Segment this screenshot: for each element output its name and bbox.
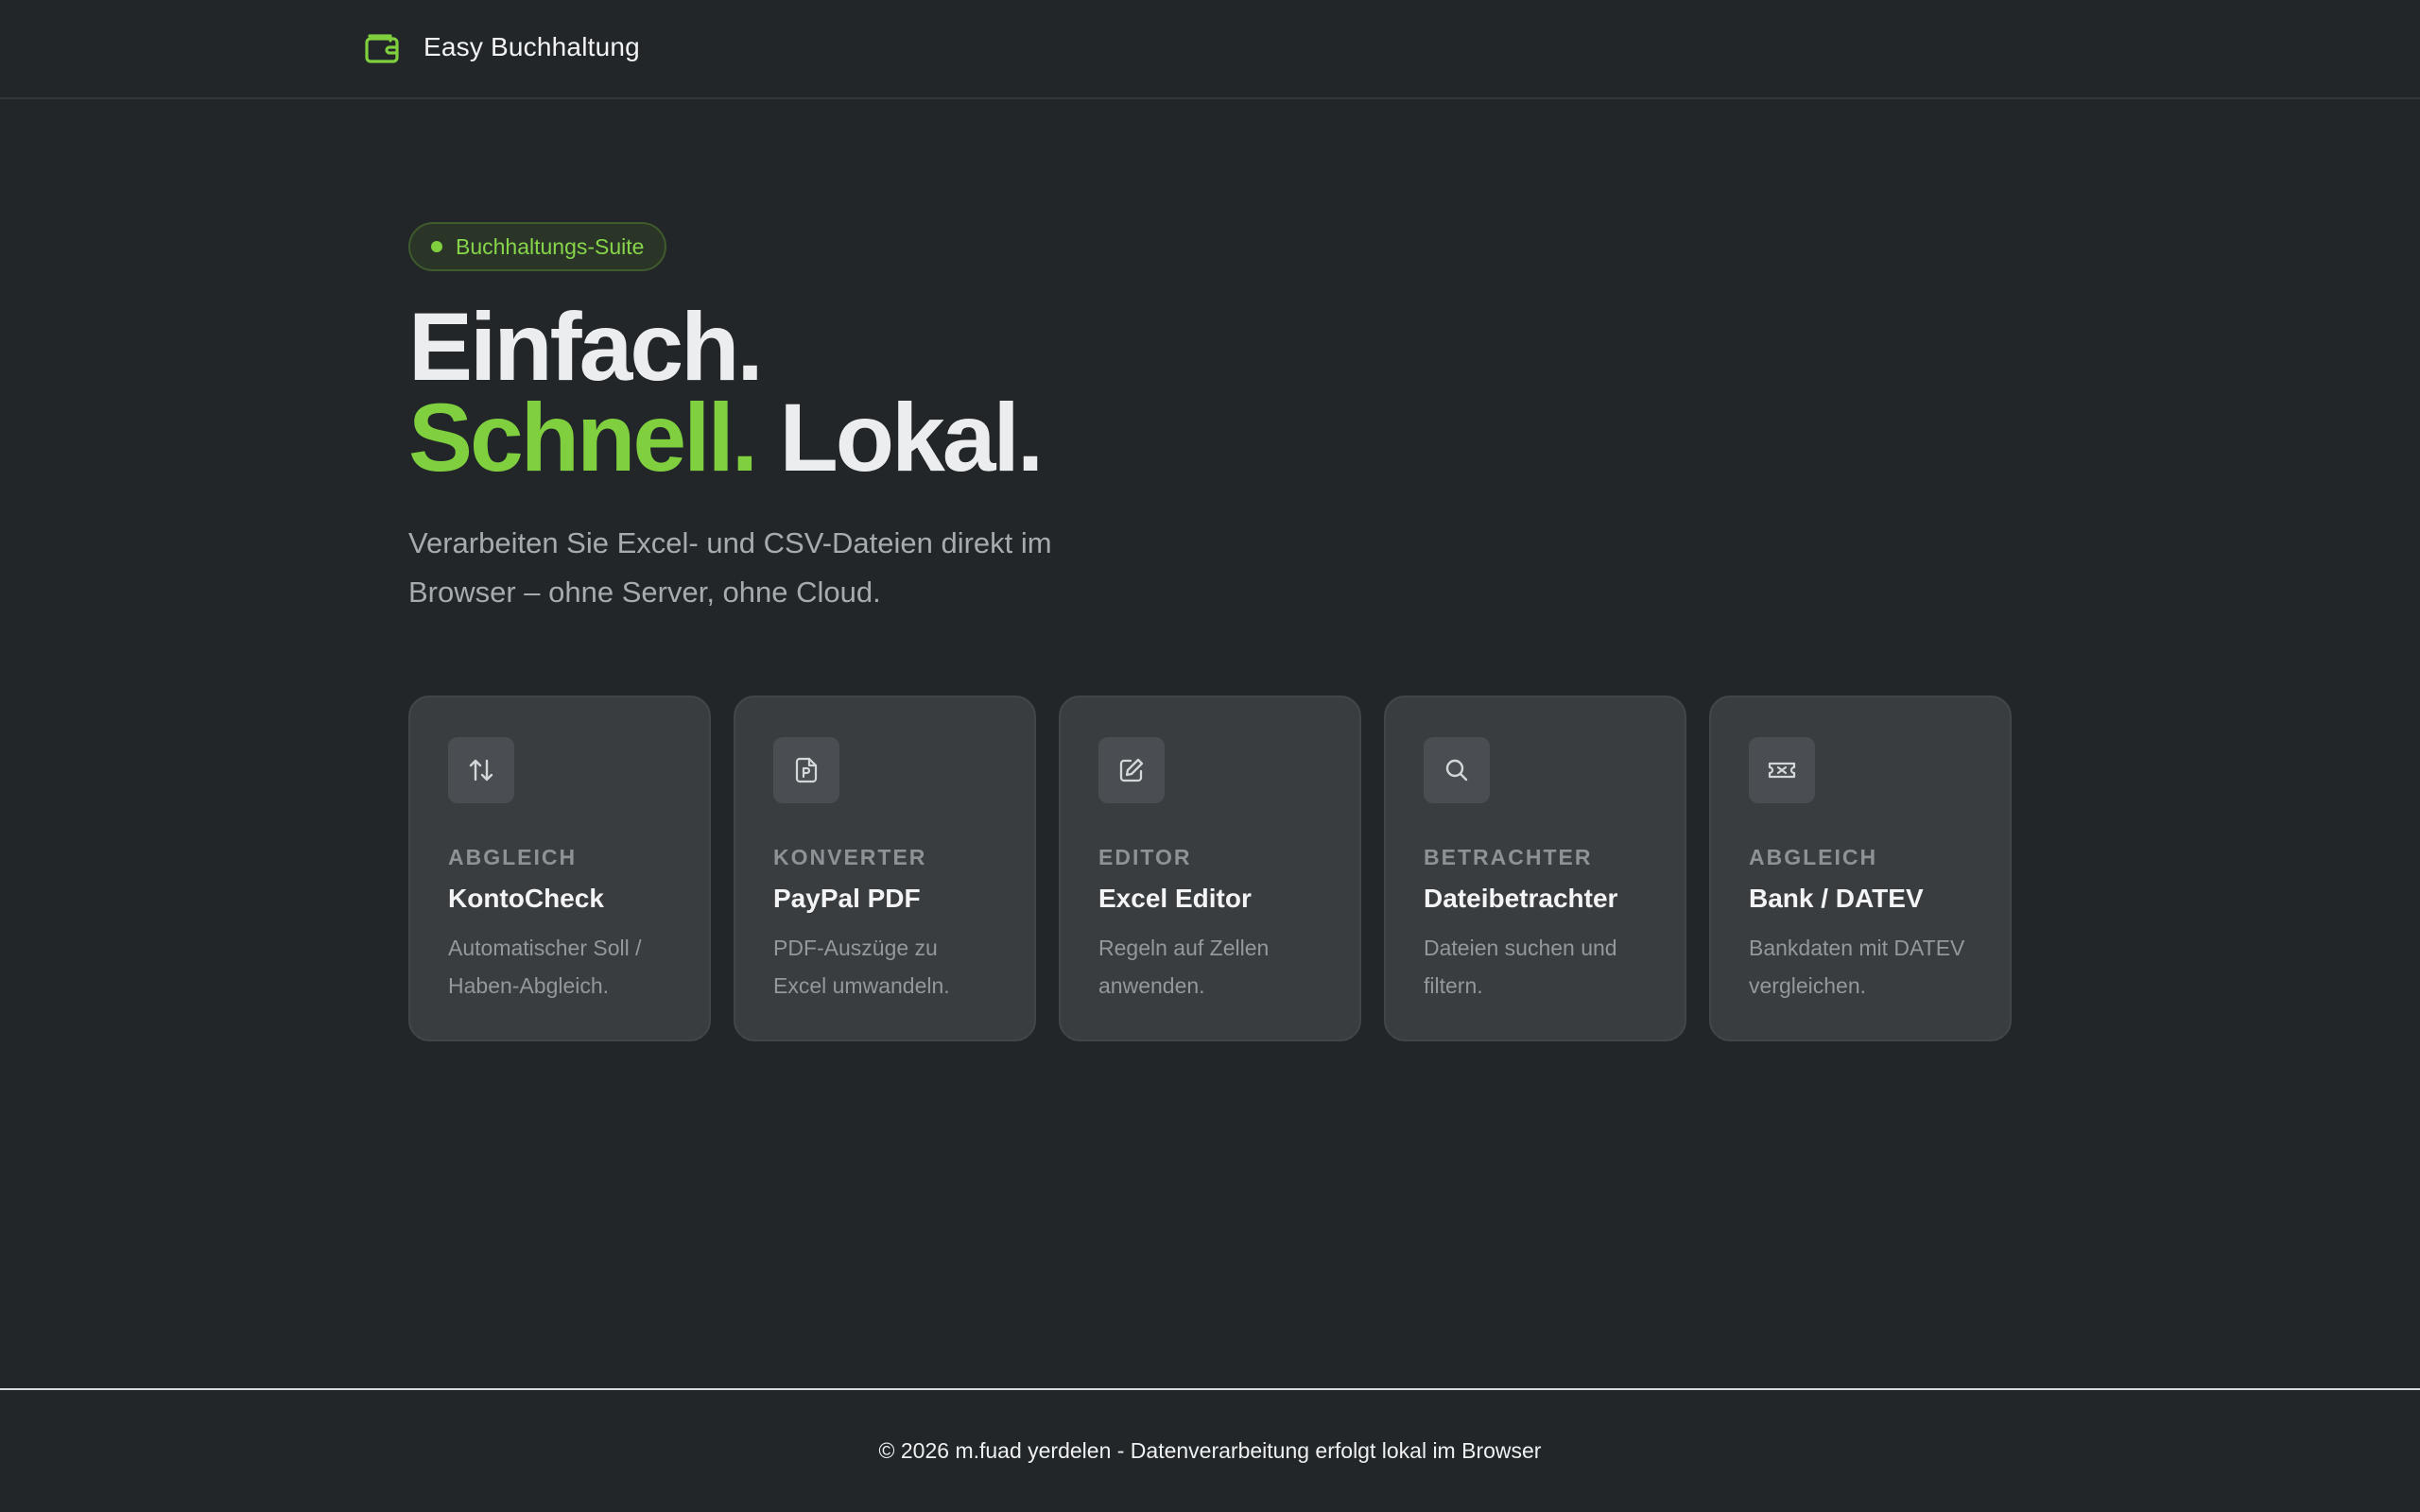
card-excel-editor[interactable]: EDITOR Excel Editor Regeln auf Zellen an… [1059,696,1361,1041]
page-footer: © 2026 m.fuad yerdelen - Datenverarbeitu… [0,1388,2420,1512]
card-description: Regeln auf Zellen anwenden. [1098,936,1270,998]
card-category: ABGLEICH [1749,845,1878,869]
pdf-file-icon [773,737,839,803]
card-category: ABGLEICH [448,845,578,869]
footer-copyright: © 2026 m.fuad yerdelen - Datenverarbeitu… [878,1438,1542,1463]
card-dateibetrachter[interactable]: BETRACHTER Dateibetrachter Dateien suche… [1384,696,1686,1041]
brand-name: Easy Buchhaltung [424,32,640,61]
card-title: PayPal PDF [773,884,921,913]
ticket-icon [1749,737,1815,803]
brand-link[interactable]: Easy Buchhaltung [363,28,640,66]
top-navigation-bar: Easy Buchhaltung [0,0,2420,99]
headline-line-2: Schnell. Lokal. [408,389,2015,486]
tool-cards: ABGLEICH KontoCheck Automatischer Soll /… [408,696,2012,1041]
card-description: Bankdaten mit DATEV vergleichen. [1749,936,1965,998]
hero-section: Buchhaltungs-Suite Einfach. Schnell. Lok… [408,222,2015,617]
card-category: KONVERTER [773,845,927,869]
card-description: PDF-Auszüge zu Excel umwandeln. [773,936,950,998]
card-title: Dateibetrachter [1424,884,1618,913]
search-icon [1424,737,1490,803]
card-paypal-pdf[interactable]: KONVERTER PayPal PDF PDF-Auszüge zu Exce… [734,696,1036,1041]
page-headline: Einfach. Schnell. Lokal. [408,293,2015,486]
badge-label: Buchhaltungs-Suite [456,233,645,259]
headline-rest: Lokal. [755,384,1044,491]
card-description: Automatischer Soll / Haben-Abgleich. [448,936,642,998]
arrows-up-down-icon [448,737,514,803]
status-dot-icon [431,241,442,252]
headline-line-1: Einfach. [408,293,764,401]
card-category: EDITOR [1098,845,1192,869]
card-kontocheck[interactable]: ABGLEICH KontoCheck Automatischer Soll /… [408,696,711,1041]
card-bank-datev[interactable]: ABGLEICH Bank / DATEV Bankdaten mit DATE… [1709,696,2012,1041]
hero-subtitle: Verarbeiten Sie Excel- und CSV-Dateien d… [408,526,1052,609]
wallet-icon [363,28,401,66]
card-title: Bank / DATEV [1749,884,1924,913]
card-description: Dateien suchen und filtern. [1424,936,1617,998]
edit-icon [1098,737,1165,803]
card-title: KontoCheck [448,884,604,913]
card-category: BETRACHTER [1424,845,1593,869]
suite-badge: Buchhaltungs-Suite [408,222,667,271]
headline-accent: Schnell. [408,384,758,491]
card-title: Excel Editor [1098,884,1252,913]
